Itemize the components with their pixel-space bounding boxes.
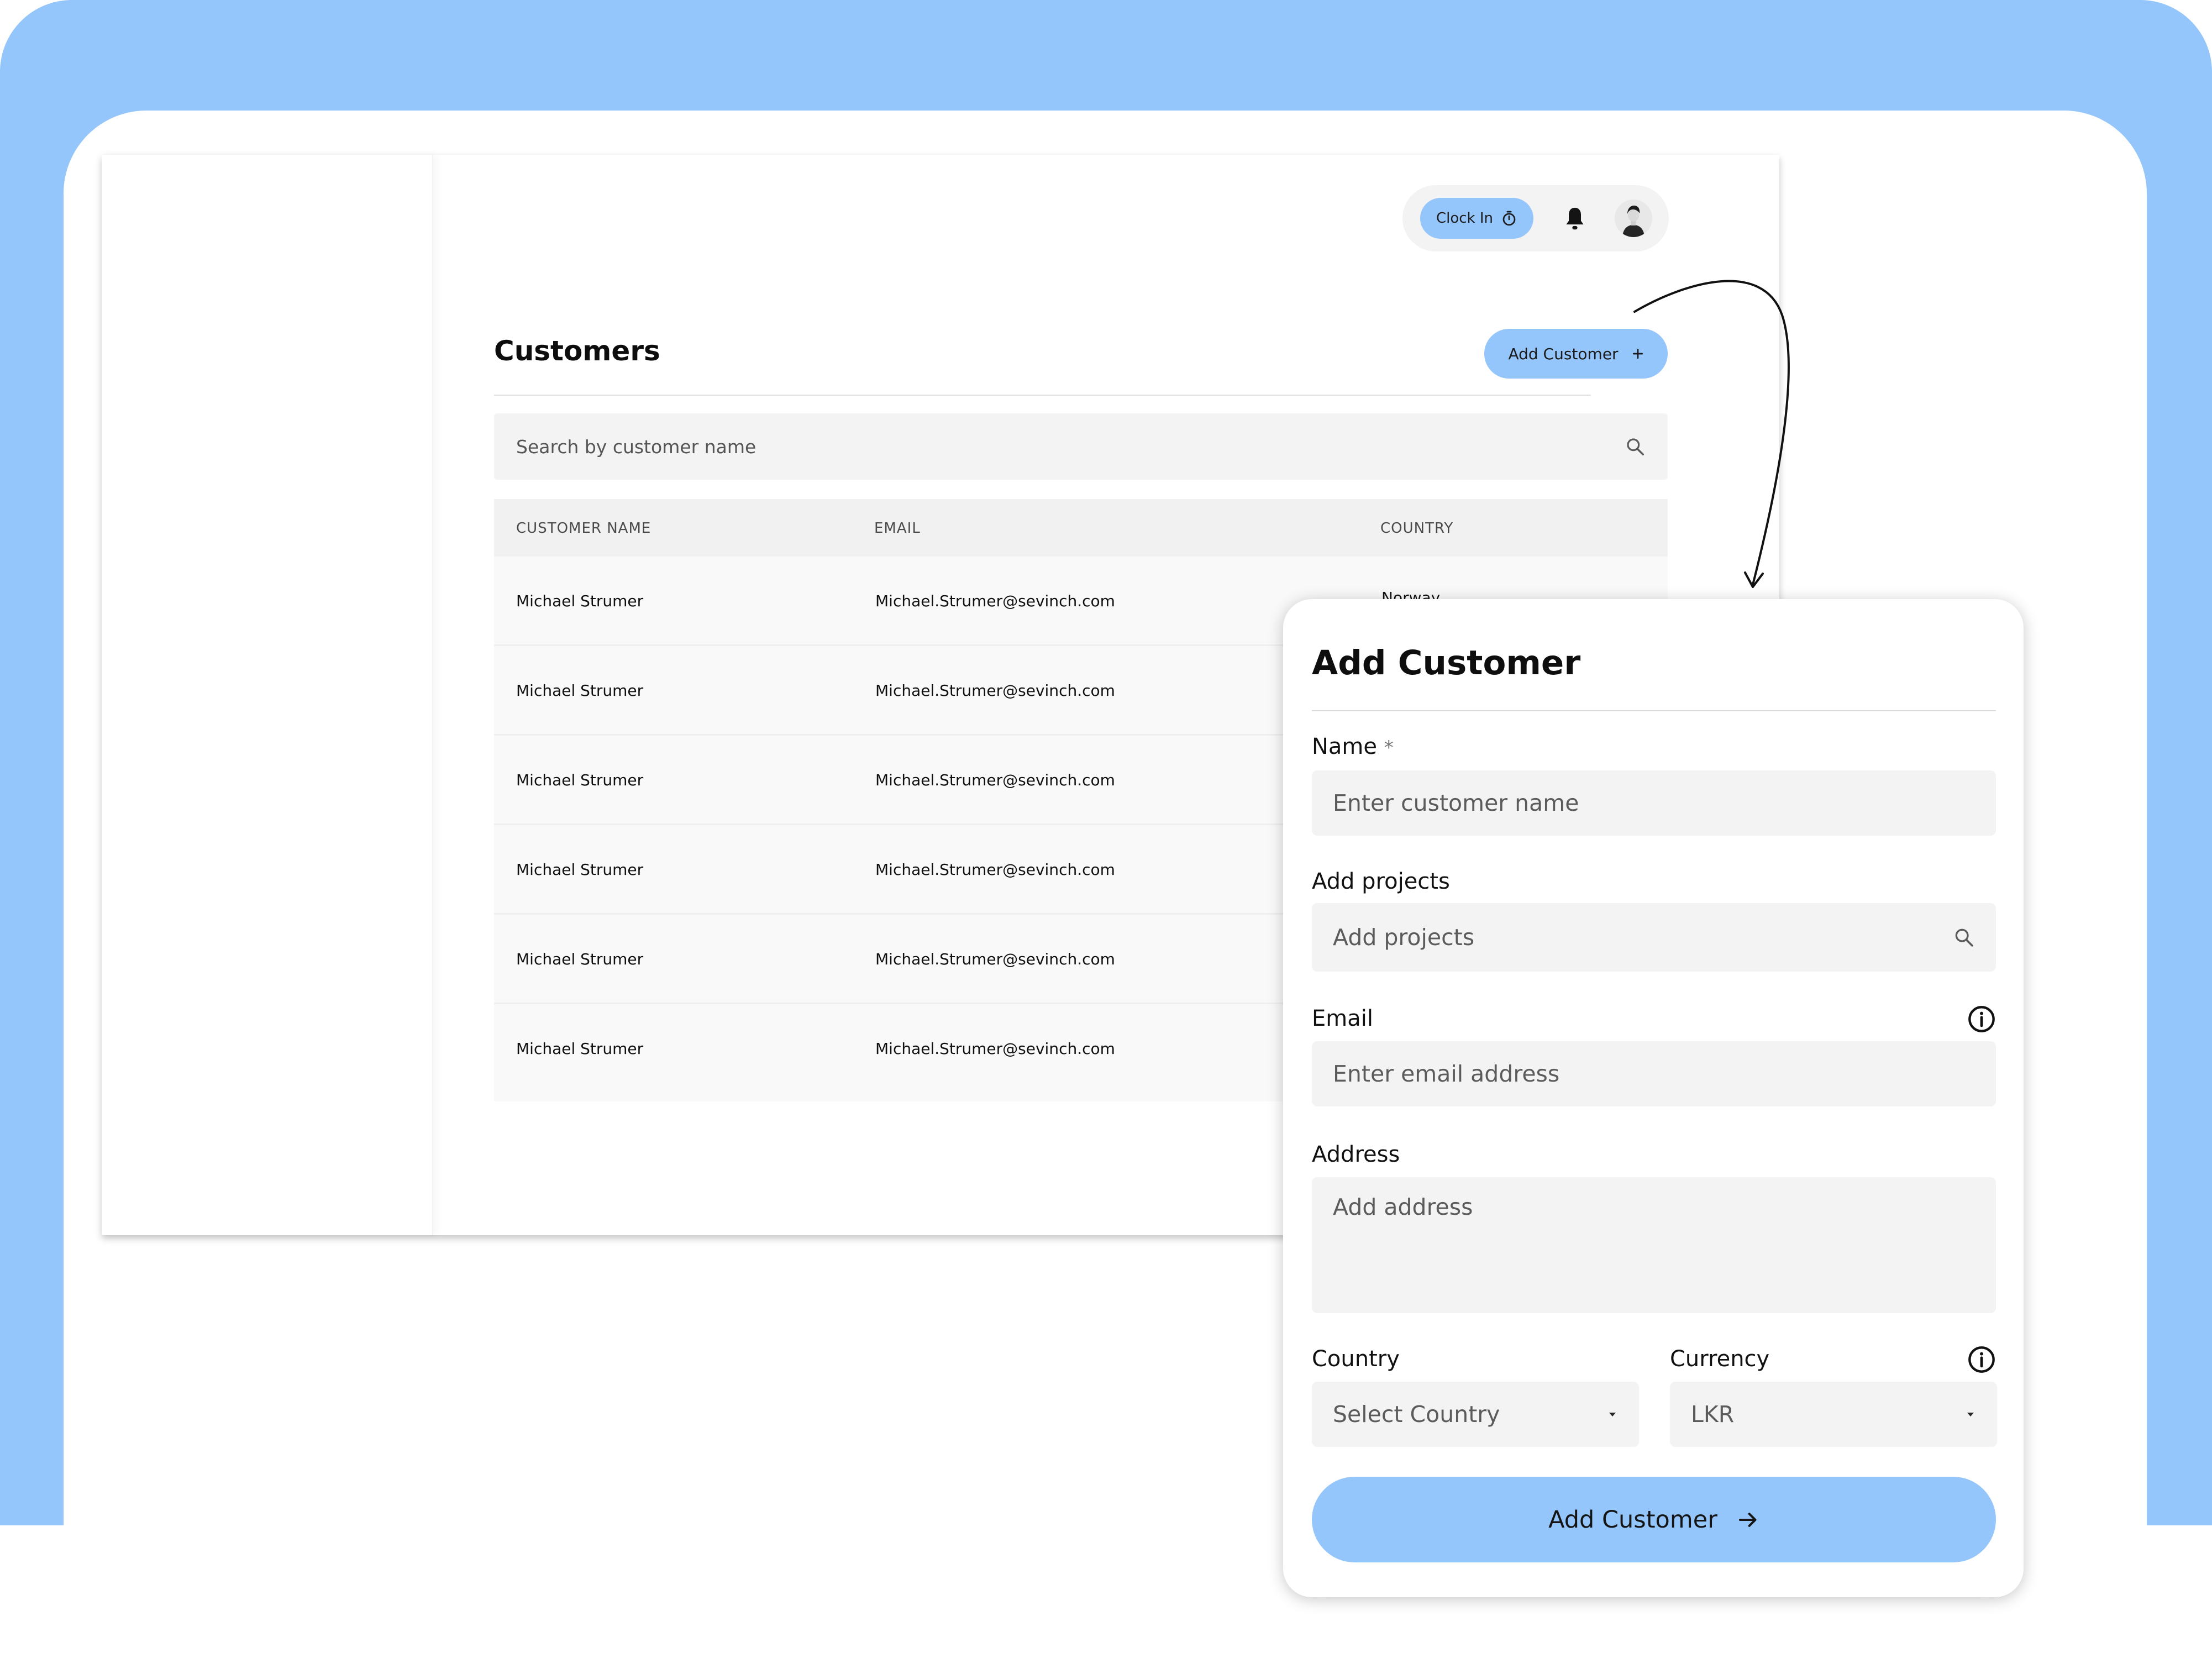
cell-customer-name: Michael Strumer — [516, 592, 644, 610]
email-info-icon[interactable] — [1967, 1005, 1996, 1033]
address-label: Address — [1312, 1142, 1400, 1167]
search-icon[interactable] — [1953, 926, 1975, 948]
country-label: Country — [1312, 1346, 1400, 1372]
caret-down-icon — [1609, 1413, 1616, 1416]
column-header-name[interactable]: CUSTOMER NAME — [516, 520, 651, 537]
clock-in-button[interactable]: Clock In — [1420, 198, 1533, 239]
bell-icon[interactable] — [1563, 206, 1587, 232]
table-header: CUSTOMER NAME EMAIL COUNTRY — [494, 499, 1668, 557]
projects-placeholder: Add projects — [1333, 924, 1475, 951]
currency-select[interactable]: LKR — [1670, 1382, 1997, 1447]
projects-label: Add projects — [1312, 869, 1450, 894]
connector-arrow — [1633, 280, 1790, 588]
cell-customer-name: Michael Strumer — [516, 861, 644, 879]
currency-value: LKR — [1691, 1401, 1735, 1428]
cell-email: Michael.Strumer@sevinch.com — [875, 592, 1115, 610]
submit-label: Add Customer — [1548, 1505, 1717, 1534]
country-select[interactable]: Select Country — [1312, 1382, 1639, 1447]
required-mark: * — [1384, 737, 1394, 759]
cell-email: Michael.Strumer@sevinch.com — [875, 771, 1115, 789]
stage: Clock In Customers Add Customer Search b… — [0, 0, 2212, 1658]
email-label: Email — [1312, 1006, 1373, 1031]
email-placeholder: Enter email address — [1333, 1061, 1560, 1087]
divider — [1312, 710, 1996, 711]
country-value: Select Country — [1333, 1401, 1500, 1428]
search-placeholder: Search by customer name — [516, 436, 756, 458]
name-placeholder: Enter customer name — [1333, 790, 1579, 816]
column-header-email[interactable]: EMAIL — [874, 520, 921, 537]
cell-email: Michael.Strumer@sevinch.com — [875, 681, 1115, 700]
customer-name-field[interactable]: Enter customer name — [1312, 770, 1996, 836]
user-avatar[interactable] — [1615, 200, 1652, 237]
address-field[interactable]: Add address — [1312, 1177, 1996, 1313]
add-customer-dialog: Add Customer Name * Enter customer name … — [1283, 599, 2024, 1597]
address-placeholder: Add address — [1333, 1194, 1473, 1220]
stopwatch-icon — [1502, 211, 1516, 226]
cell-customer-name: Michael Strumer — [516, 1040, 644, 1058]
clock-in-label: Clock In — [1436, 210, 1494, 227]
dialog-title: Add Customer — [1312, 643, 1581, 683]
name-label: Name * — [1312, 734, 1394, 759]
side-panel — [102, 155, 433, 1235]
arrow-right-icon — [1738, 1512, 1757, 1527]
cell-email: Michael.Strumer@sevinch.com — [875, 1040, 1115, 1058]
page-title: Customers — [494, 335, 660, 367]
name-label-text: Name — [1312, 734, 1378, 759]
cell-customer-name: Michael Strumer — [516, 950, 644, 968]
avatar-portrait — [1615, 200, 1652, 237]
cell-customer-name: Michael Strumer — [516, 771, 644, 789]
add-customer-submit-button[interactable]: Add Customer — [1312, 1477, 1996, 1562]
cell-customer-name: Michael Strumer — [516, 681, 644, 700]
customer-search-input[interactable]: Search by customer name — [494, 413, 1668, 480]
column-header-country[interactable]: COUNTRY — [1380, 520, 1453, 537]
cell-email: Michael.Strumer@sevinch.com — [875, 950, 1115, 968]
add-customer-label: Add Customer — [1508, 344, 1619, 363]
caret-down-icon — [1967, 1413, 1974, 1416]
projects-field[interactable]: Add projects — [1312, 903, 1996, 972]
cell-email: Michael.Strumer@sevinch.com — [875, 861, 1115, 879]
email-field[interactable]: Enter email address — [1312, 1041, 1996, 1106]
divider — [494, 395, 1591, 396]
currency-label: Currency — [1670, 1346, 1770, 1372]
currency-info-icon[interactable] — [1967, 1345, 1996, 1374]
